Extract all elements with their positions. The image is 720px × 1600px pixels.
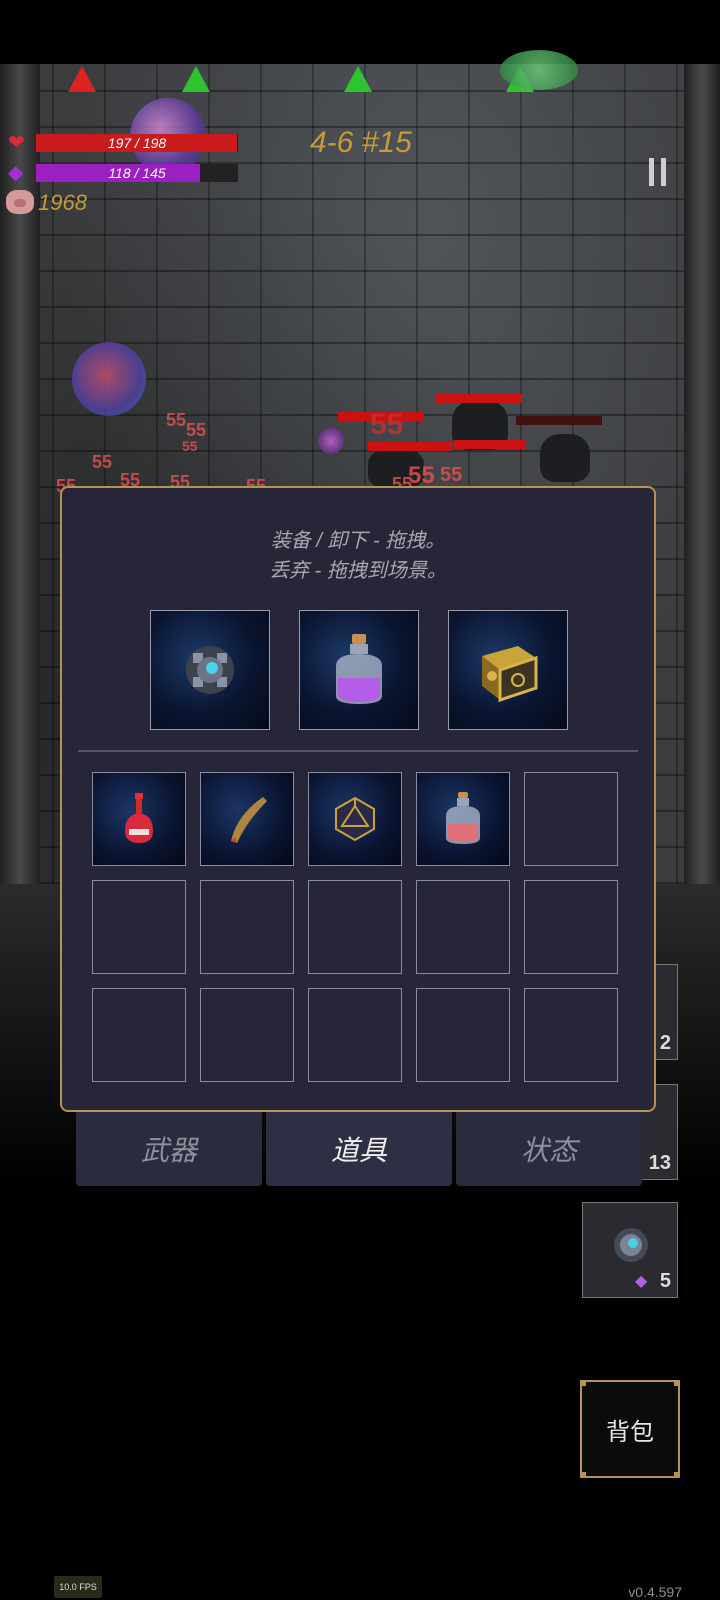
heart-icon: ❤ bbox=[8, 132, 25, 154]
level-indicator: 4-6 #15 bbox=[310, 126, 412, 159]
inventory-slot-empty[interactable] bbox=[524, 988, 618, 1082]
mana-bar: 118 / 145 bbox=[36, 164, 238, 182]
mana-gem-icon: ◆ bbox=[8, 162, 24, 184]
inventory-slot-empty[interactable] bbox=[416, 988, 510, 1082]
equipped-slot[interactable] bbox=[448, 610, 568, 730]
inventory-slot-empty[interactable] bbox=[200, 880, 294, 974]
enemy-health-bar bbox=[436, 394, 522, 403]
inventory-slot-empty[interactable] bbox=[416, 880, 510, 974]
pink-potion-icon bbox=[446, 792, 480, 844]
mana-text: 118 / 145 bbox=[108, 165, 166, 181]
damage-number: 55 bbox=[166, 410, 187, 430]
tab-weapons[interactable]: 武器 bbox=[76, 1112, 262, 1186]
inventory-slot-empty[interactable] bbox=[524, 772, 618, 866]
damage-number: 55 bbox=[370, 408, 404, 441]
health-bar: 197 / 198 bbox=[36, 134, 238, 152]
purple-potion-icon bbox=[336, 634, 382, 704]
pig-coin-icon bbox=[6, 190, 34, 214]
enemy-health-bar bbox=[454, 440, 526, 449]
pause-button[interactable] bbox=[648, 158, 668, 188]
inventory-slot-empty[interactable] bbox=[308, 880, 402, 974]
version-label: v0.4.597 bbox=[628, 1584, 682, 1600]
mana-gem-icon: ◆ bbox=[635, 1273, 648, 1290]
purple-projectile bbox=[318, 428, 344, 454]
coin-count: 1968 bbox=[38, 190, 87, 215]
hint-discard: 丢弃 - 拖拽到场景。 bbox=[269, 560, 447, 582]
enemy-health-bar bbox=[368, 442, 452, 451]
damage-number: 55 bbox=[440, 464, 463, 486]
inventory-slot-empty[interactable] bbox=[200, 988, 294, 1082]
fps-counter: 10.0 FPS bbox=[54, 1576, 102, 1598]
divider bbox=[78, 750, 638, 752]
quick-slot-count: 2 bbox=[659, 1032, 671, 1054]
green-marker-icon bbox=[182, 66, 210, 92]
inventory-slot-empty[interactable] bbox=[92, 880, 186, 974]
right-wall bbox=[684, 64, 720, 904]
hint-equip: 装备 / 卸下 - 拖拽。 bbox=[270, 530, 446, 552]
quick-slot[interactable]: ◆ 5 bbox=[582, 1202, 678, 1298]
tab-status[interactable]: 状态 bbox=[456, 1112, 642, 1186]
inventory-slot[interactable] bbox=[308, 772, 402, 866]
inventory-slot[interactable] bbox=[416, 772, 510, 866]
quick-slot-count: 5 bbox=[659, 1270, 671, 1292]
mechanical-orb-icon bbox=[614, 1228, 648, 1262]
health-text: 197 / 198 bbox=[107, 135, 167, 151]
green-orb bbox=[500, 50, 578, 90]
d20-dice-icon bbox=[335, 796, 375, 842]
equipped-slot[interactable] bbox=[299, 610, 419, 730]
golden-cube-icon bbox=[482, 646, 538, 703]
green-marker-icon bbox=[344, 66, 372, 92]
inventory-slot[interactable] bbox=[92, 772, 186, 866]
bag-button-label: 背包 bbox=[606, 1418, 654, 1446]
red-potion-icon bbox=[125, 793, 153, 843]
damage-number: 55 bbox=[92, 452, 113, 472]
magic-orb bbox=[72, 342, 146, 416]
tab-items[interactable]: 道具 bbox=[266, 1112, 452, 1186]
enemy-health-bar bbox=[516, 416, 602, 425]
inventory-panel: 装备 / 卸下 - 拖拽。 丢弃 - 拖拽到场景。 bbox=[60, 486, 656, 1112]
equipped-slot[interactable] bbox=[150, 610, 270, 730]
damage-number: 55 bbox=[182, 438, 198, 454]
inventory-slot-empty[interactable] bbox=[308, 988, 402, 1082]
inventory-slot[interactable] bbox=[200, 772, 294, 866]
bag-button[interactable]: 背包 bbox=[580, 1380, 680, 1478]
quick-slot-count: 13 bbox=[648, 1152, 671, 1174]
red-marker-icon bbox=[68, 66, 96, 92]
horn-icon bbox=[231, 797, 267, 843]
enemy bbox=[540, 434, 590, 482]
inventory-slot-empty[interactable] bbox=[92, 988, 186, 1082]
mechanical-orb-icon bbox=[186, 646, 234, 694]
pause-icon bbox=[649, 158, 654, 186]
inventory-slot-empty[interactable] bbox=[524, 880, 618, 974]
